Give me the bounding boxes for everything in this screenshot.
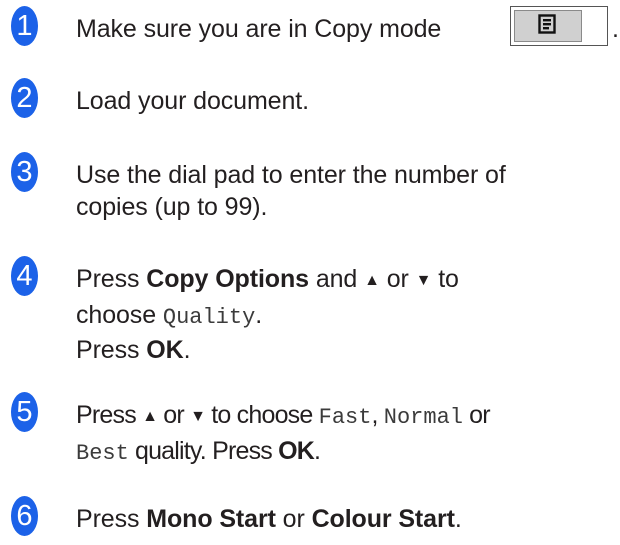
step-4-line-3: Press OK. <box>76 336 191 364</box>
step-3-line-2: copies (up to 99). <box>76 193 268 221</box>
step-6-text: Press Mono Start or Colour Start. <box>76 505 462 533</box>
down-arrow-icon: ▼ <box>415 272 432 289</box>
step-3-line-1: Use the dial pad to enter the number of <box>76 161 506 189</box>
mono-start-key-label: Mono Start <box>146 505 276 533</box>
step-4: 4 Press Copy Options and ▲ or ▼ to choos… <box>0 256 620 368</box>
copy-mode-key <box>510 6 608 46</box>
step-number-2: 2 <box>11 78 38 118</box>
quality-option: Quality <box>162 305 256 330</box>
step-5-text: Press ▲ or ▼ to choose Fast, Normal or B… <box>76 399 616 470</box>
step-number-4: 4 <box>11 256 38 296</box>
step-1: 1 Make sure you are in Copy mode . <box>0 6 620 50</box>
normal-option: Normal <box>383 405 463 430</box>
step-number-1: 1 <box>11 6 38 46</box>
step-1-period: . <box>612 15 619 43</box>
colour-start-key-label: Colour Start <box>311 505 455 533</box>
step-2: 2 Load your document. <box>0 78 620 122</box>
step-4-line-1: Press Copy Options and ▲ or ▼ to <box>76 265 459 293</box>
step-3: 3 Use the dial pad to enter the number o… <box>0 152 620 232</box>
step-6: 6 Press Mono Start or Colour Start. <box>0 496 620 540</box>
step-5-line-2: Best quality. Press OK. <box>76 437 321 466</box>
up-arrow-icon: ▲ <box>364 272 380 289</box>
step-2-text: Load your document. <box>76 87 309 115</box>
step-4-text: Press Copy Options and ▲ or ▼ to choose … <box>76 263 616 366</box>
copy-options-key-label: Copy Options <box>146 265 309 293</box>
up-arrow-icon: ▲ <box>142 408 158 425</box>
ok-key-label: OK <box>146 336 184 364</box>
step-3-text: Use the dial pad to enter the number of … <box>76 159 616 223</box>
step-5: 5 Press ▲ or ▼ to choose Fast, Normal or… <box>0 392 620 472</box>
best-option: Best <box>76 441 129 466</box>
fast-option: Fast <box>318 405 372 430</box>
down-arrow-icon: ▼ <box>190 408 206 425</box>
step-number-5: 5 <box>11 392 38 432</box>
step-number-6: 6 <box>11 496 38 536</box>
step-number-3: 3 <box>11 152 38 192</box>
step-4-line-2: choose Quality. <box>76 301 263 330</box>
step-5-line-1: Press ▲ or ▼ to choose Fast, Normal or <box>76 401 491 430</box>
ok-key-label: OK <box>278 437 315 465</box>
copy-mode-icon <box>538 14 556 34</box>
